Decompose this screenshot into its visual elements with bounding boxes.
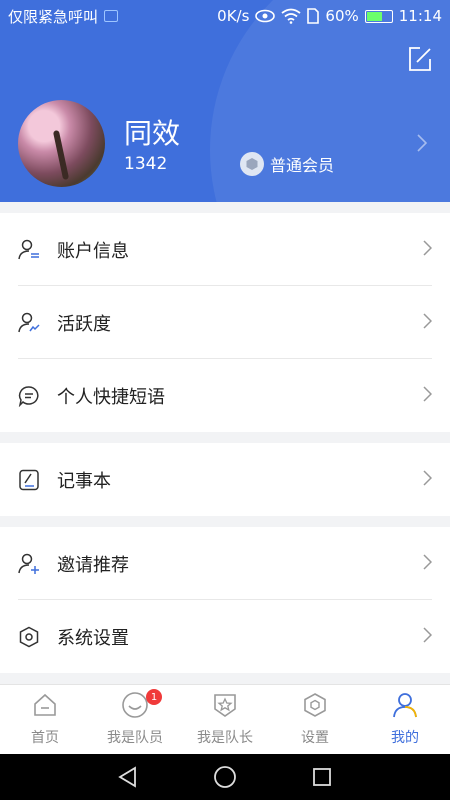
system-nav-bar: [0, 754, 450, 800]
menu-label: 记事本: [57, 470, 111, 492]
menu-label: 个人快捷短语: [57, 386, 165, 408]
chevron-right-icon: [423, 554, 432, 570]
sim-card-icon: [307, 8, 320, 24]
profile-icon: [390, 690, 420, 720]
tab-home[interactable]: 首页: [0, 685, 90, 754]
menu-group-notebook: 记事本: [0, 443, 450, 516]
star-shield-icon: [210, 690, 240, 720]
tab-label: 首页: [31, 730, 59, 746]
menu-item-quick-phrases[interactable]: 个人快捷短语: [0, 359, 450, 432]
member-level-label: 普通会员: [270, 156, 335, 175]
username: 同效: [124, 117, 181, 150]
chevron-right-icon: [423, 627, 432, 643]
tab-label: 设置: [301, 730, 329, 746]
menu-group-system: 邀请推荐 系统设置: [0, 527, 450, 673]
menu-item-account-info[interactable]: 账户信息: [0, 213, 450, 286]
notebook-icon: [18, 469, 40, 491]
settings-hex-icon: [300, 690, 330, 720]
edit-icon[interactable]: [407, 46, 433, 72]
member-level-badge: 普通会员: [240, 152, 334, 176]
tab-team-leader[interactable]: 我是队长: [180, 685, 270, 754]
profile-header: 仅限紧急呼叫 0K/s 60% 11:14 同效 1342 普通会员: [0, 0, 450, 202]
menu-group-account: 账户信息 活跃度 个人快捷短语: [0, 213, 450, 432]
notification-badge: 1: [146, 689, 162, 705]
net-speed: 0K/s: [217, 7, 250, 25]
menu-label: 邀请推荐: [57, 554, 129, 576]
tab-settings[interactable]: 设置: [270, 685, 360, 754]
user-activity-icon: [18, 312, 40, 334]
menu-label: 系统设置: [57, 627, 129, 649]
menu-item-system-settings[interactable]: 系统设置: [0, 600, 450, 673]
menu-label: 账户信息: [57, 240, 129, 262]
clock: 11:14: [398, 7, 442, 25]
tab-label: 我是队员: [107, 730, 163, 746]
wifi-icon: [281, 8, 301, 24]
tab-mine[interactable]: 我的: [360, 685, 450, 754]
chevron-right-icon: [423, 313, 432, 329]
eye-icon: [255, 9, 276, 23]
tab-label: 我是队长: [197, 730, 253, 746]
chat-bubble-icon: [18, 385, 40, 407]
member-level-icon: [240, 152, 264, 176]
home-circle-icon[interactable]: [213, 765, 237, 789]
carrier-text: 仅限紧急呼叫: [8, 7, 99, 26]
menu-item-invite[interactable]: 邀请推荐: [0, 527, 450, 600]
user-add-icon: [18, 553, 40, 575]
recents-icon[interactable]: [311, 766, 333, 788]
back-icon[interactable]: [117, 766, 139, 788]
chevron-right-icon: [423, 240, 432, 256]
tab-team-member[interactable]: 1 我是队员: [90, 685, 180, 754]
menu-item-notebook[interactable]: 记事本: [0, 443, 450, 516]
battery-icon: [364, 9, 393, 23]
hexagon-settings-icon: [18, 626, 40, 648]
sim-icon: [104, 10, 119, 22]
user-list-icon: [18, 239, 40, 261]
menu-label: 活跃度: [57, 313, 111, 335]
bottom-tab-bar: 首页 1 我是队员 我是队长 设置 我的: [0, 684, 450, 754]
user-id: 1342: [124, 154, 168, 174]
avatar[interactable]: [18, 100, 105, 187]
chevron-right-icon[interactable]: [417, 134, 427, 152]
status-bar: 仅限紧急呼叫 0K/s 60% 11:14: [0, 0, 450, 32]
tab-label: 我的: [391, 730, 419, 746]
chevron-right-icon: [423, 470, 432, 486]
chevron-right-icon: [423, 386, 432, 402]
battery-percent: 60%: [325, 7, 359, 25]
menu-item-activity[interactable]: 活跃度: [0, 286, 450, 359]
home-icon: [30, 690, 60, 720]
